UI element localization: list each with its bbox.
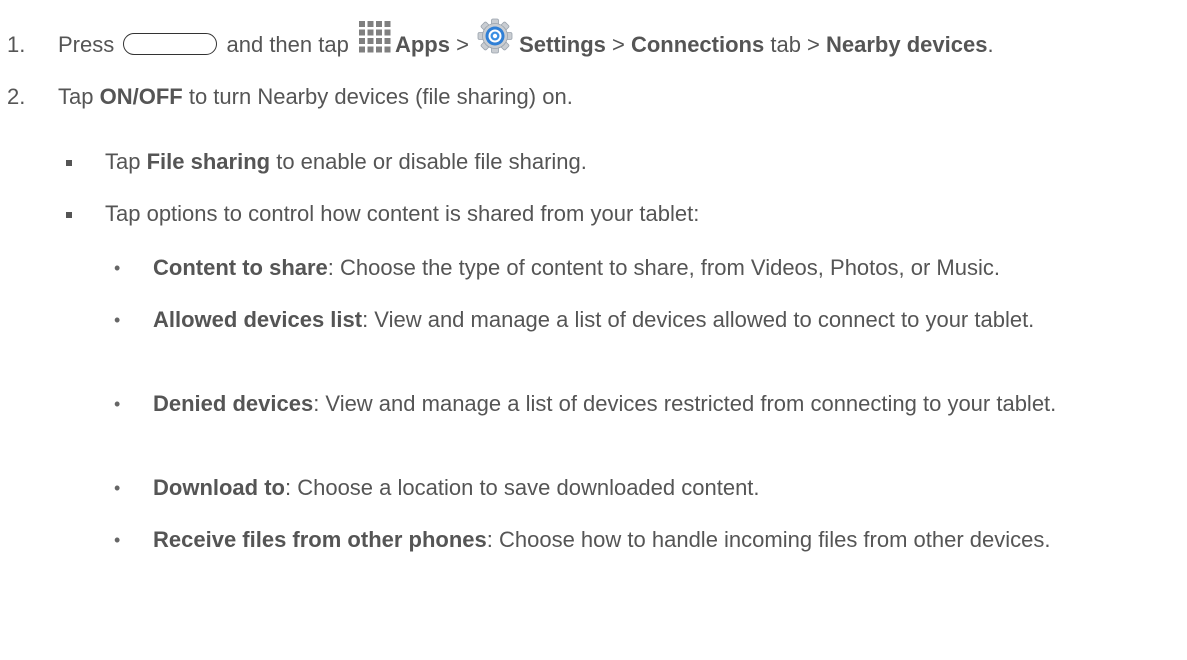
dot-bullet-icon: • <box>114 478 121 498</box>
sub-bullet-file-sharing: Tap File sharing to enable or disable fi… <box>105 142 587 182</box>
home-key-icon <box>123 33 218 56</box>
option-term: Download to <box>153 475 285 500</box>
option-allowed-devices-list: Allowed devices list: View and manage a … <box>153 305 1183 335</box>
step-text: Press and then tap Apps > Settings > Con… <box>58 18 994 65</box>
tab-word: tab > <box>770 32 820 57</box>
step-1: 1. Press and then tap Apps > Settings > … <box>0 18 1187 65</box>
dot-bullet-icon: • <box>114 394 121 414</box>
option-desc: : View and manage a list of devices allo… <box>362 307 1035 332</box>
separator: > <box>612 32 625 57</box>
option-content-to-share: Content to share: Choose the type of con… <box>153 253 1183 283</box>
step-number: 2. <box>7 84 26 109</box>
option-term: Receive files from other phones <box>153 527 487 552</box>
option-desc: : View and manage a list of devices rest… <box>313 391 1057 416</box>
file-sharing-label: File sharing <box>146 149 271 174</box>
apps-grid-icon <box>358 20 392 54</box>
step-phrase-then-tap: and then tap <box>226 32 349 57</box>
sub-bullet-options: Tap options to control how content is sh… <box>105 201 700 226</box>
option-download-to: Download to: Choose a location to save d… <box>153 473 1183 503</box>
option-receive-files: Receive files from other phones: Choose … <box>153 525 1183 555</box>
period: . <box>987 32 994 57</box>
dot-bullet-icon: • <box>114 530 121 550</box>
step-word-press: Press <box>58 32 115 57</box>
step-number: 1. <box>7 32 26 57</box>
option-desc: : Choose how to handle incoming files fr… <box>486 527 1051 552</box>
settings-gear-icon <box>477 18 513 54</box>
dot-bullet-icon: • <box>114 310 121 330</box>
square-bullet-icon <box>66 160 72 166</box>
step-2: 2. Tap ON/OFF to turn Nearby devices (fi… <box>0 77 1187 117</box>
connections-label: Connections <box>630 32 765 57</box>
option-term: Allowed devices list <box>153 307 363 332</box>
on-off-label: ON/OFF <box>99 84 183 109</box>
option-denied-devices: Denied devices: View and manage a list o… <box>153 389 1183 419</box>
option-desc: : Choose a location to save downloaded c… <box>284 475 760 500</box>
step-rest: to turn Nearby devices (file sharing) on… <box>188 84 573 109</box>
dot-bullet-icon: • <box>114 258 121 278</box>
option-term: Content to share <box>153 255 328 280</box>
separator: > <box>456 32 469 57</box>
settings-label: Settings <box>519 32 606 57</box>
nearby-devices-label: Nearby devices <box>826 32 988 57</box>
sub-rest: to enable or disable file sharing. <box>276 149 587 174</box>
sub-word-tap: Tap <box>105 149 141 174</box>
option-desc: : Choose the type of content to share, f… <box>327 255 1000 280</box>
apps-label: Apps <box>394 32 450 57</box>
option-term: Denied devices <box>153 391 314 416</box>
step-text: Tap ON/OFF to turn Nearby devices (file … <box>58 77 573 117</box>
square-bullet-icon <box>66 212 72 218</box>
step-word-tap: Tap <box>58 84 94 109</box>
